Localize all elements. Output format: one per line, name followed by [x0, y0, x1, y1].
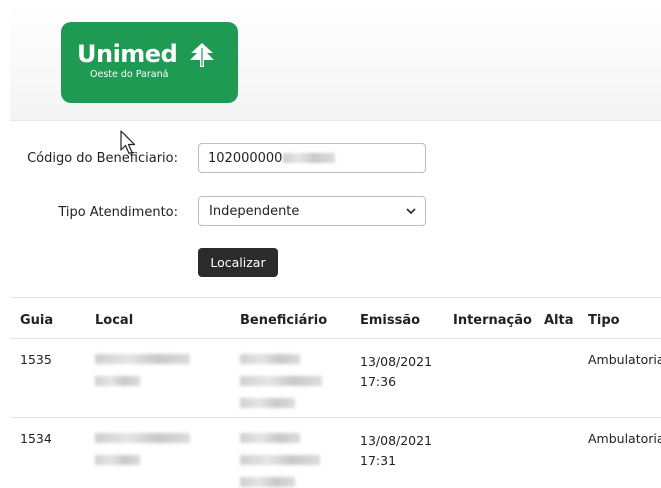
- redacted-local: [95, 433, 190, 443]
- col-header-emissao: Emissão: [360, 313, 421, 328]
- codigo-value: 102000000: [208, 151, 283, 166]
- cell-guia: 1535: [20, 352, 52, 367]
- cell-tipo: Ambulatorial: [588, 352, 661, 367]
- results-table: Guia Local Beneficiário Emissão Internaç…: [10, 297, 661, 488]
- redacted-beneficiario: [240, 376, 322, 386]
- cell-emissao: 13/08/2021 17:36: [360, 352, 432, 392]
- col-header-local: Local: [95, 313, 134, 328]
- emissao-date: 13/08/2021: [360, 433, 433, 448]
- col-header-guia: Guia: [20, 313, 54, 328]
- logo-name: Unimed: [77, 40, 178, 68]
- tipo-atendimento-select[interactable]: Independente: [198, 196, 426, 226]
- emissao-date: 13/08/2021: [360, 354, 433, 369]
- page: Unimed Oeste do Paraná Código do Benefic…: [0, 0, 661, 488]
- cell-guia: 1534: [20, 431, 52, 446]
- unimed-logo: Unimed Oeste do Paraná: [61, 22, 238, 103]
- table-header-row: Guia Local Beneficiário Emissão Internaç…: [10, 298, 661, 339]
- redacted-beneficiario: [240, 455, 320, 465]
- col-header-beneficiario: Beneficiário: [240, 313, 328, 328]
- unimed-tree-icon: [187, 42, 217, 68]
- redacted-local: [95, 354, 190, 364]
- cell-tipo: Ambulatorial: [588, 431, 661, 446]
- chevron-down-icon: [406, 208, 416, 215]
- table-row[interactable]: 1535 13/08/2021 17:36 Ambulatorial: [10, 339, 661, 418]
- redacted-beneficiario: [240, 433, 300, 443]
- localizar-button[interactable]: Localizar: [198, 248, 278, 277]
- cell-emissao: 13/08/2021 17:31: [360, 431, 432, 471]
- tipo-selected-value: Independente: [209, 204, 300, 219]
- codigo-label: Código do Beneficiario:: [27, 151, 178, 166]
- codigo-beneficiario-input[interactable]: 102000000: [198, 143, 426, 173]
- emissao-time: 17:36: [360, 374, 397, 389]
- logo-subtitle: Oeste do Paraná: [90, 69, 169, 80]
- redacted-beneficiario: [240, 354, 300, 364]
- col-header-internacao: Internação: [453, 313, 532, 328]
- col-header-tipo: Tipo: [588, 313, 620, 328]
- redacted-local: [95, 376, 140, 386]
- col-header-alta: Alta: [544, 313, 574, 328]
- redacted-local: [95, 455, 140, 465]
- tipo-atendimento-label: Tipo Atendimento:: [58, 205, 178, 220]
- redacted-beneficiario: [240, 477, 295, 487]
- redacted-beneficiario: [240, 398, 295, 408]
- redacted-text: [283, 153, 336, 163]
- table-row[interactable]: 1534 13/08/2021 17:31 Ambulatorial: [10, 418, 661, 488]
- emissao-time: 17:31: [360, 453, 397, 468]
- mouse-pointer-icon: [120, 130, 136, 155]
